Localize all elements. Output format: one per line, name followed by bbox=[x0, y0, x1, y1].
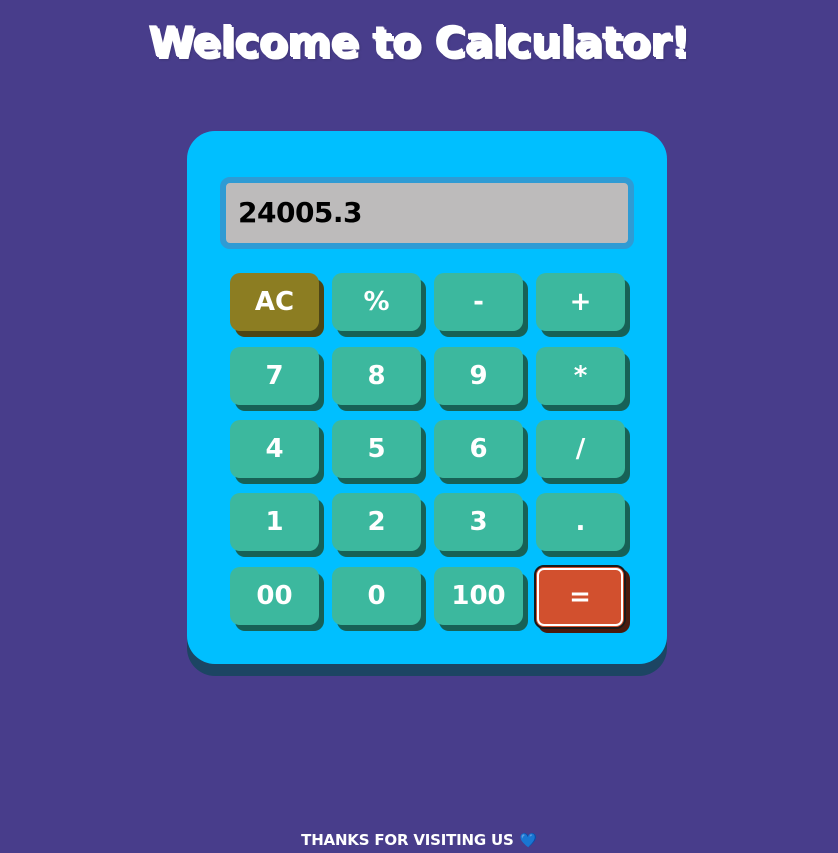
minus-button[interactable]: - bbox=[434, 273, 523, 331]
digit-0-button[interactable]: 0 bbox=[332, 567, 421, 625]
digit-9-button[interactable]: 9 bbox=[434, 347, 523, 405]
footer-text: THANKS FOR VISITING US bbox=[301, 831, 514, 849]
double-zero-button[interactable]: 00 bbox=[230, 567, 319, 625]
footer: THANKS FOR VISITING US 💙 bbox=[0, 829, 838, 852]
decimal-button[interactable]: . bbox=[536, 493, 625, 551]
page-title: Welcome to Calculator! bbox=[148, 18, 690, 67]
clear-button[interactable]: AC bbox=[230, 273, 319, 331]
equals-button[interactable]: = bbox=[534, 565, 626, 629]
digit-8-button[interactable]: 8 bbox=[332, 347, 421, 405]
hundred-button[interactable]: 100 bbox=[434, 567, 523, 625]
digit-5-button[interactable]: 5 bbox=[332, 420, 421, 478]
heart-icon: 💙 bbox=[519, 833, 537, 849]
digit-6-button[interactable]: 6 bbox=[434, 420, 523, 478]
divide-button[interactable]: / bbox=[536, 420, 625, 478]
percent-button[interactable]: % bbox=[332, 273, 421, 331]
digit-4-button[interactable]: 4 bbox=[230, 420, 319, 478]
calculator-display: 24005.3 bbox=[220, 177, 634, 249]
digit-7-button[interactable]: 7 bbox=[230, 347, 319, 405]
plus-button[interactable]: + bbox=[536, 273, 625, 331]
digit-1-button[interactable]: 1 bbox=[230, 493, 319, 551]
digit-2-button[interactable]: 2 bbox=[332, 493, 421, 551]
multiply-button[interactable]: * bbox=[536, 347, 625, 405]
calculator: 24005.3 AC % - + 7 8 9 * 4 5 6 / 1 2 3 .… bbox=[187, 131, 667, 664]
digit-3-button[interactable]: 3 bbox=[434, 493, 523, 551]
